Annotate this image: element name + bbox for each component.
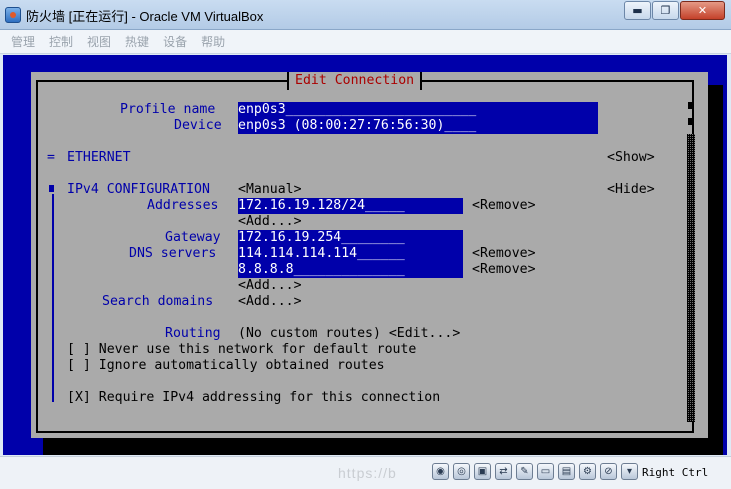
- routing-edit-button[interactable]: (No custom routes) <Edit...>: [238, 326, 460, 342]
- gateway-field[interactable]: 172.16.19.254________: [238, 230, 463, 246]
- window-title: 防火墙 [正在运行] - Oracle VM VirtualBox: [26, 9, 264, 24]
- dialog-title: Edit Connection: [287, 72, 423, 90]
- watermark-text: https://b: [338, 465, 397, 481]
- device-field[interactable]: enp0s3 (08:00:27:76:56:30)____: [238, 118, 598, 134]
- search-domains-label: Search domains: [102, 294, 214, 309]
- menu-hotkeys[interactable]: 热键: [125, 33, 149, 50]
- dialog-scrollbar[interactable]: [686, 100, 698, 426]
- mouse-integration-icon[interactable]: ⊘: [600, 463, 617, 480]
- dns-add-button[interactable]: <Add...>: [238, 278, 302, 294]
- addresses-label: Addresses: [147, 198, 219, 213]
- scroll-up-marker: [688, 102, 693, 109]
- vm-screen[interactable]: Edit Connection Profile name enp0s3_____…: [3, 55, 727, 455]
- minimize-button[interactable]: ▬: [624, 1, 651, 20]
- dns-servers-label: DNS servers: [129, 246, 217, 261]
- profile-name-label: Profile name: [120, 102, 216, 117]
- usb-icon[interactable]: ⇄: [495, 463, 512, 480]
- cd-icon[interactable]: ◎: [453, 463, 470, 480]
- address-add-button[interactable]: <Add...>: [238, 214, 302, 230]
- never-default-route-checkbox[interactable]: [ ] Never use this network for default r…: [67, 342, 416, 358]
- menu-help[interactable]: 帮助: [201, 33, 225, 50]
- menu-control[interactable]: 控制: [49, 33, 73, 50]
- address-field[interactable]: 172.16.19.128/24_____: [238, 198, 463, 214]
- ignore-auto-routes-checkbox[interactable]: [ ] Ignore automatically obtained routes: [67, 358, 385, 374]
- ipv4-hide-button[interactable]: <Hide>: [607, 182, 655, 198]
- menu-view[interactable]: 视图: [87, 33, 111, 50]
- ethernet-show-button[interactable]: <Show>: [607, 150, 655, 166]
- dns-server-1-remove-button[interactable]: <Remove>: [472, 246, 536, 262]
- host-key-icon[interactable]: ▾: [621, 463, 638, 480]
- ethernet-section-label: ETHERNET: [67, 150, 131, 165]
- dns-server-2-remove-button[interactable]: <Remove>: [472, 262, 536, 278]
- menu-bar: 管理 控制 视图 热键 设备 帮助: [0, 30, 731, 54]
- device-label: Device: [174, 118, 222, 133]
- ipv4-expanded-marker: [49, 185, 54, 192]
- virtualbox-app-icon: [5, 7, 21, 23]
- status-bar: https://b ◉ ◎ ▣ ⇄ ✎ ▭ ▤ ⚙ ⊘ ▾ Right Ctrl: [0, 456, 731, 489]
- dns-server-field-2[interactable]: 8.8.8.8______________: [238, 262, 463, 278]
- ethernet-collapsed-marker: =: [47, 150, 55, 165]
- floppy-icon[interactable]: ▣: [474, 463, 491, 480]
- device-status-icons: ◉ ◎ ▣ ⇄ ✎ ▭ ▤ ⚙ ⊘ ▾: [432, 463, 642, 480]
- require-ipv4-checkbox[interactable]: [X] Require IPv4 addressing for this con…: [67, 390, 440, 406]
- ipv4-method-select[interactable]: <Manual>: [238, 182, 302, 198]
- maximize-button[interactable]: ❐: [652, 1, 679, 20]
- profile-name-field[interactable]: enp0s3________________________: [238, 102, 598, 118]
- dns-server-field-1[interactable]: 114.114.114.114______: [238, 246, 463, 262]
- display-icon[interactable]: ▤: [558, 463, 575, 480]
- window-controls: ▬ ❐ ✕: [623, 1, 725, 20]
- edit-connection-dialog: Edit Connection Profile name enp0s3_____…: [31, 72, 708, 438]
- shared-folder-icon[interactable]: ▭: [537, 463, 554, 480]
- address-remove-button[interactable]: <Remove>: [472, 198, 536, 214]
- video-capture-icon[interactable]: ⚙: [579, 463, 596, 480]
- scroll-thumb[interactable]: [688, 118, 693, 125]
- ipv4-section-label: IPv4 CONFIGURATION: [67, 182, 210, 197]
- gateway-label: Gateway: [165, 230, 221, 245]
- disk-icon[interactable]: ◉: [432, 463, 449, 480]
- host-key-label: Right Ctrl: [642, 466, 709, 479]
- ipv4-section-bracket: [52, 194, 54, 402]
- close-button[interactable]: ✕: [680, 1, 725, 20]
- routing-label: Routing: [165, 326, 221, 341]
- search-domains-add-button[interactable]: <Add...>: [238, 294, 302, 310]
- network-icon[interactable]: ✎: [516, 463, 533, 480]
- title-bar: 防火墙 [正在运行] - Oracle VM VirtualBox ▬ ❐ ✕: [0, 0, 731, 30]
- menu-manage[interactable]: 管理: [11, 33, 35, 50]
- menu-devices[interactable]: 设备: [163, 33, 187, 50]
- scroll-track[interactable]: [687, 134, 695, 422]
